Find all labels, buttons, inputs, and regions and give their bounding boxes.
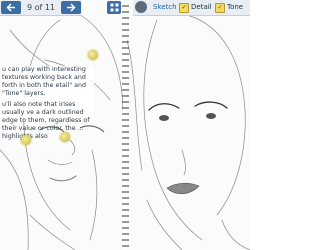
tab-tone-label: Tone [227, 3, 244, 11]
tab-detail-label: Detail [191, 3, 212, 11]
app-logo-icon[interactable] [135, 1, 147, 13]
spiral-binding [122, 5, 129, 247]
tip-paragraph: u'll also note that irises usually ve a … [2, 101, 90, 140]
tab-tone[interactable]: ✓ Tone [215, 1, 243, 14]
tip-paragraph: u can play with interesting textures wor… [2, 66, 86, 97]
previous-page-button[interactable] [1, 1, 21, 14]
layer-toolbar: Sketch ✓ Detail ✓ Tone [133, 0, 250, 16]
arrow-left-icon [6, 3, 15, 12]
page-indicator: 9 of 11 [26, 3, 56, 12]
next-page-button[interactable] [61, 1, 81, 14]
grid-icon [110, 3, 118, 12]
arrow-right-icon [67, 3, 76, 12]
tab-detail[interactable]: ✓ Detail [179, 1, 212, 14]
detail-checkbox-icon[interactable]: ✓ [179, 2, 189, 13]
page-nav-bar: 9 of 11 [0, 0, 82, 16]
hotspot-marker[interactable] [60, 132, 70, 142]
tip-popup: u can play with interesting textures wor… [0, 66, 94, 140]
hotspot-marker[interactable] [21, 135, 31, 145]
menu-button[interactable] [107, 1, 121, 14]
hotspot-marker[interactable] [88, 50, 98, 60]
tone-checkbox-icon[interactable]: ✓ [215, 2, 225, 13]
right-face-sketch [127, 14, 250, 250]
tab-sketch[interactable]: Sketch [153, 1, 177, 14]
right-sketch-page [127, 0, 250, 250]
